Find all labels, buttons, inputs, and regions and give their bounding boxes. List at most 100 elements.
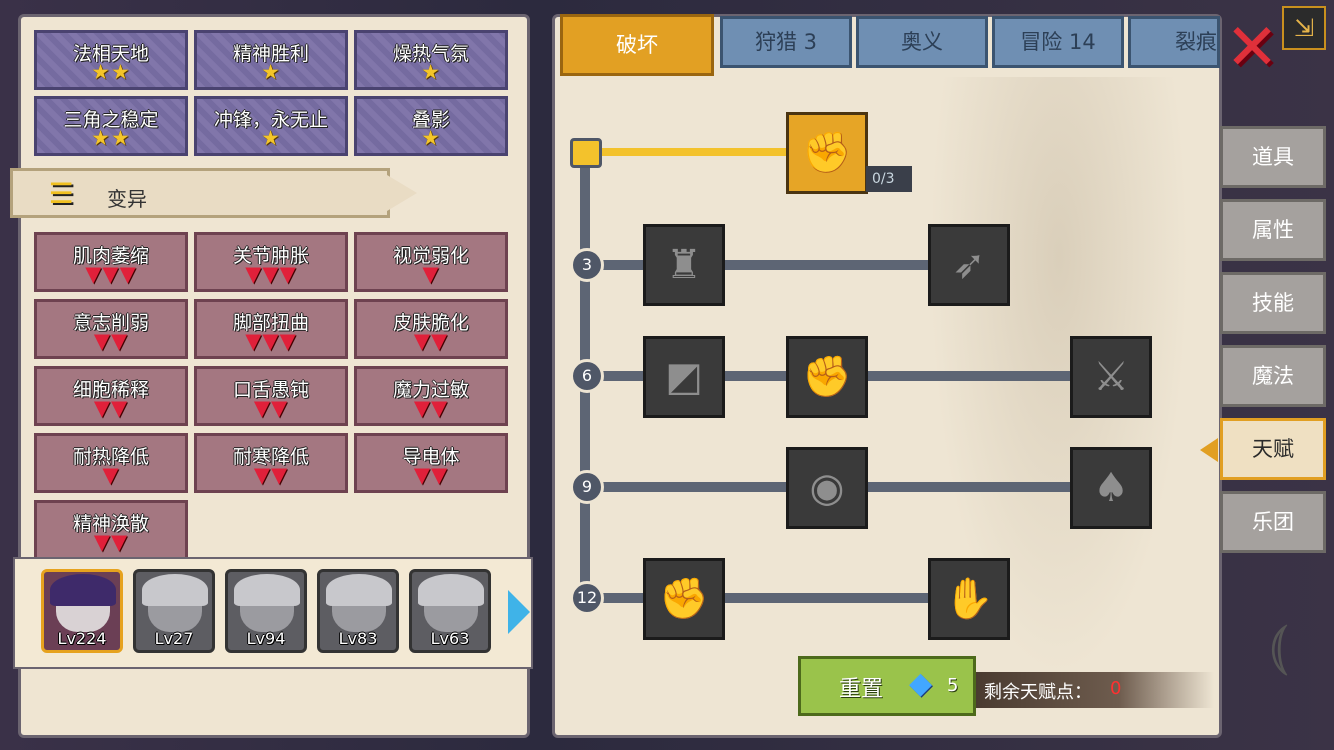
arrow-shot-icon: ➶ bbox=[952, 242, 986, 288]
hero-level: Lv83 bbox=[338, 629, 378, 648]
talent-node-demon[interactable]: ♠ bbox=[1070, 447, 1152, 529]
hero-level: Lv94 bbox=[246, 629, 286, 648]
side-tab-band[interactable]: 乐团 bbox=[1220, 491, 1326, 553]
tab-adventure[interactable]: 冒险 14 bbox=[992, 16, 1124, 68]
points-label: 剩余天赋点： bbox=[984, 682, 1092, 703]
mutation-card[interactable]: 肌肉萎缩 ▼▼▼ bbox=[34, 232, 188, 292]
reset-cost: 5 bbox=[947, 675, 959, 696]
blessing-card[interactable]: 冲锋，永无止 ★ bbox=[194, 96, 348, 156]
tab-mystery[interactable]: 奥义 bbox=[856, 16, 988, 68]
hero-portrait[interactable]: Lv63 bbox=[409, 569, 491, 653]
mutation-card[interactable]: 细胞稀释 ▼▼ bbox=[34, 366, 188, 426]
hero-selector: Lv224 Lv27 Lv94 Lv83 Lv63 bbox=[13, 557, 533, 669]
shield-break-icon: ◩ bbox=[665, 354, 703, 400]
star-icons: ★ bbox=[421, 126, 441, 150]
side-tab-skills[interactable]: 技能 bbox=[1220, 272, 1326, 334]
hero-hair bbox=[234, 574, 300, 606]
talent-node-body[interactable]: ♜ bbox=[643, 224, 725, 306]
star-icons: ★★ bbox=[91, 60, 131, 84]
penalty-icons: ▼ bbox=[102, 463, 120, 487]
mutation-card[interactable]: 意志削弱 ▼▼ bbox=[34, 299, 188, 359]
close-icon[interactable]: ✕ bbox=[1224, 16, 1280, 80]
blessing-card[interactable]: 精神胜利 ★ bbox=[194, 30, 348, 90]
mutation-card[interactable]: 耐寒降低 ▼▼ bbox=[194, 433, 348, 493]
mutation-card[interactable]: 皮肤脆化 ▼▼ bbox=[354, 299, 508, 359]
hero-hair bbox=[142, 574, 208, 606]
diamond-icon: ◆ bbox=[909, 666, 933, 701]
tab-hunt[interactable]: 狩猎 3 bbox=[720, 16, 852, 68]
blessing-card[interactable]: 法相天地 ★★ bbox=[34, 30, 188, 90]
penalty-icons: ▼▼ bbox=[253, 396, 289, 420]
talent-node-shield[interactable]: ◩ bbox=[643, 336, 725, 418]
side-tab-items[interactable]: 道具 bbox=[1220, 126, 1326, 188]
mutation-card[interactable]: 魔力过敏 ▼▼ bbox=[354, 366, 508, 426]
tier-level-badge: 3 bbox=[570, 248, 604, 282]
talent-progress: 0/3 bbox=[866, 166, 912, 192]
ground-impact-icon: ◉ bbox=[809, 465, 845, 511]
hero-portrait[interactable]: Lv94 bbox=[225, 569, 307, 653]
exit-icon[interactable]: ⇲ bbox=[1282, 6, 1326, 50]
mutation-card[interactable]: 关节肿胀 ▼▼▼ bbox=[194, 232, 348, 292]
hero-hair bbox=[50, 574, 116, 606]
penalty-icons: ▼ bbox=[422, 262, 440, 286]
hero-portrait[interactable]: Lv83 bbox=[317, 569, 399, 653]
talent-node-arrow[interactable]: ➶ bbox=[928, 224, 1010, 306]
bat-demon-icon: ♠ bbox=[1093, 465, 1129, 511]
star-icons: ★★ bbox=[91, 126, 131, 150]
side-tab-attributes[interactable]: 属性 bbox=[1220, 199, 1326, 261]
bow-icon: ⦅ bbox=[1269, 610, 1289, 680]
penalty-icons: ▼▼ bbox=[93, 396, 129, 420]
penalty-icons: ▼▼▼ bbox=[245, 329, 297, 353]
hero-level: Lv63 bbox=[430, 629, 470, 648]
points-value: 0 bbox=[1110, 678, 1122, 699]
hero-portrait[interactable]: Lv224 bbox=[41, 569, 123, 653]
penalty-icons: ▼▼ bbox=[413, 396, 449, 420]
star-icons: ★ bbox=[421, 60, 441, 84]
side-tab-talent[interactable]: 天赋 bbox=[1220, 418, 1326, 480]
tab-destroy[interactable]: 破坏 bbox=[560, 14, 714, 76]
mutation-card[interactable]: 视觉弱化 ▼ bbox=[354, 232, 508, 292]
penalty-icons: ▼▼▼ bbox=[85, 262, 137, 286]
talent-node-punch[interactable]: ✊ bbox=[786, 336, 868, 418]
talent-node-fist[interactable]: ✊ bbox=[643, 558, 725, 640]
talent-node-armwrestle[interactable]: ✊ bbox=[786, 112, 868, 194]
grip-icon: ✋ bbox=[944, 576, 994, 622]
mutation-card[interactable]: 脚部扭曲 ▼▼▼ bbox=[194, 299, 348, 359]
reset-label: 重置 bbox=[839, 677, 884, 702]
tree-root bbox=[570, 138, 602, 168]
tier-level-badge: 12 bbox=[570, 581, 604, 615]
punch-icon: ✊ bbox=[802, 354, 852, 400]
penalty-icons: ▼▼ bbox=[413, 463, 449, 487]
mutation-card[interactable]: 耐热降低 ▼ bbox=[34, 433, 188, 493]
active-tab-indicator bbox=[1200, 438, 1218, 462]
mutation-card[interactable]: 精神涣散 ▼▼ bbox=[34, 500, 188, 560]
muscle-body-icon: ♜ bbox=[666, 242, 702, 288]
blessing-card[interactable]: 三角之稳定 ★★ bbox=[34, 96, 188, 156]
reset-button[interactable]: 重置 ◆ 5 bbox=[798, 656, 976, 716]
hero-portrait[interactable]: Lv27 bbox=[133, 569, 215, 653]
arm-wrestle-icon: ✊ bbox=[802, 130, 852, 176]
star-icons: ★ bbox=[261, 60, 281, 84]
star-icons: ★ bbox=[261, 126, 281, 150]
hero-hair bbox=[418, 574, 484, 606]
penalty-icons: ▼▼ bbox=[253, 463, 289, 487]
talent-node-grip[interactable]: ✋ bbox=[928, 558, 1010, 640]
mutation-card[interactable]: 口舌愚钝 ▼▼ bbox=[194, 366, 348, 426]
mutation-card[interactable]: 导电体 ▼▼ bbox=[354, 433, 508, 493]
penalty-icons: ▼▼ bbox=[93, 329, 129, 353]
penalty-icons: ▼▼ bbox=[413, 329, 449, 353]
next-hero-arrow-icon[interactable] bbox=[508, 590, 530, 634]
blessing-card[interactable]: 燥热气氛 ★ bbox=[354, 30, 508, 90]
talent-node-slash[interactable]: ⚔ bbox=[1070, 336, 1152, 418]
side-tab-magic[interactable]: 魔法 bbox=[1220, 345, 1326, 407]
talent-node-impact[interactable]: ◉ bbox=[786, 447, 868, 529]
penalty-icons: ▼▼▼ bbox=[245, 262, 297, 286]
hero-level: Lv224 bbox=[57, 629, 107, 648]
fist-icon: ✊ bbox=[659, 576, 709, 622]
tier-level-badge: 6 bbox=[570, 359, 604, 393]
hero-hair bbox=[326, 574, 392, 606]
tab-rift[interactable]: 裂痕 bbox=[1128, 16, 1220, 68]
slash-icon: ⚔ bbox=[1093, 354, 1129, 400]
dna-icon: ☰ bbox=[48, 177, 74, 210]
blessing-card[interactable]: 叠影 ★ bbox=[354, 96, 508, 156]
